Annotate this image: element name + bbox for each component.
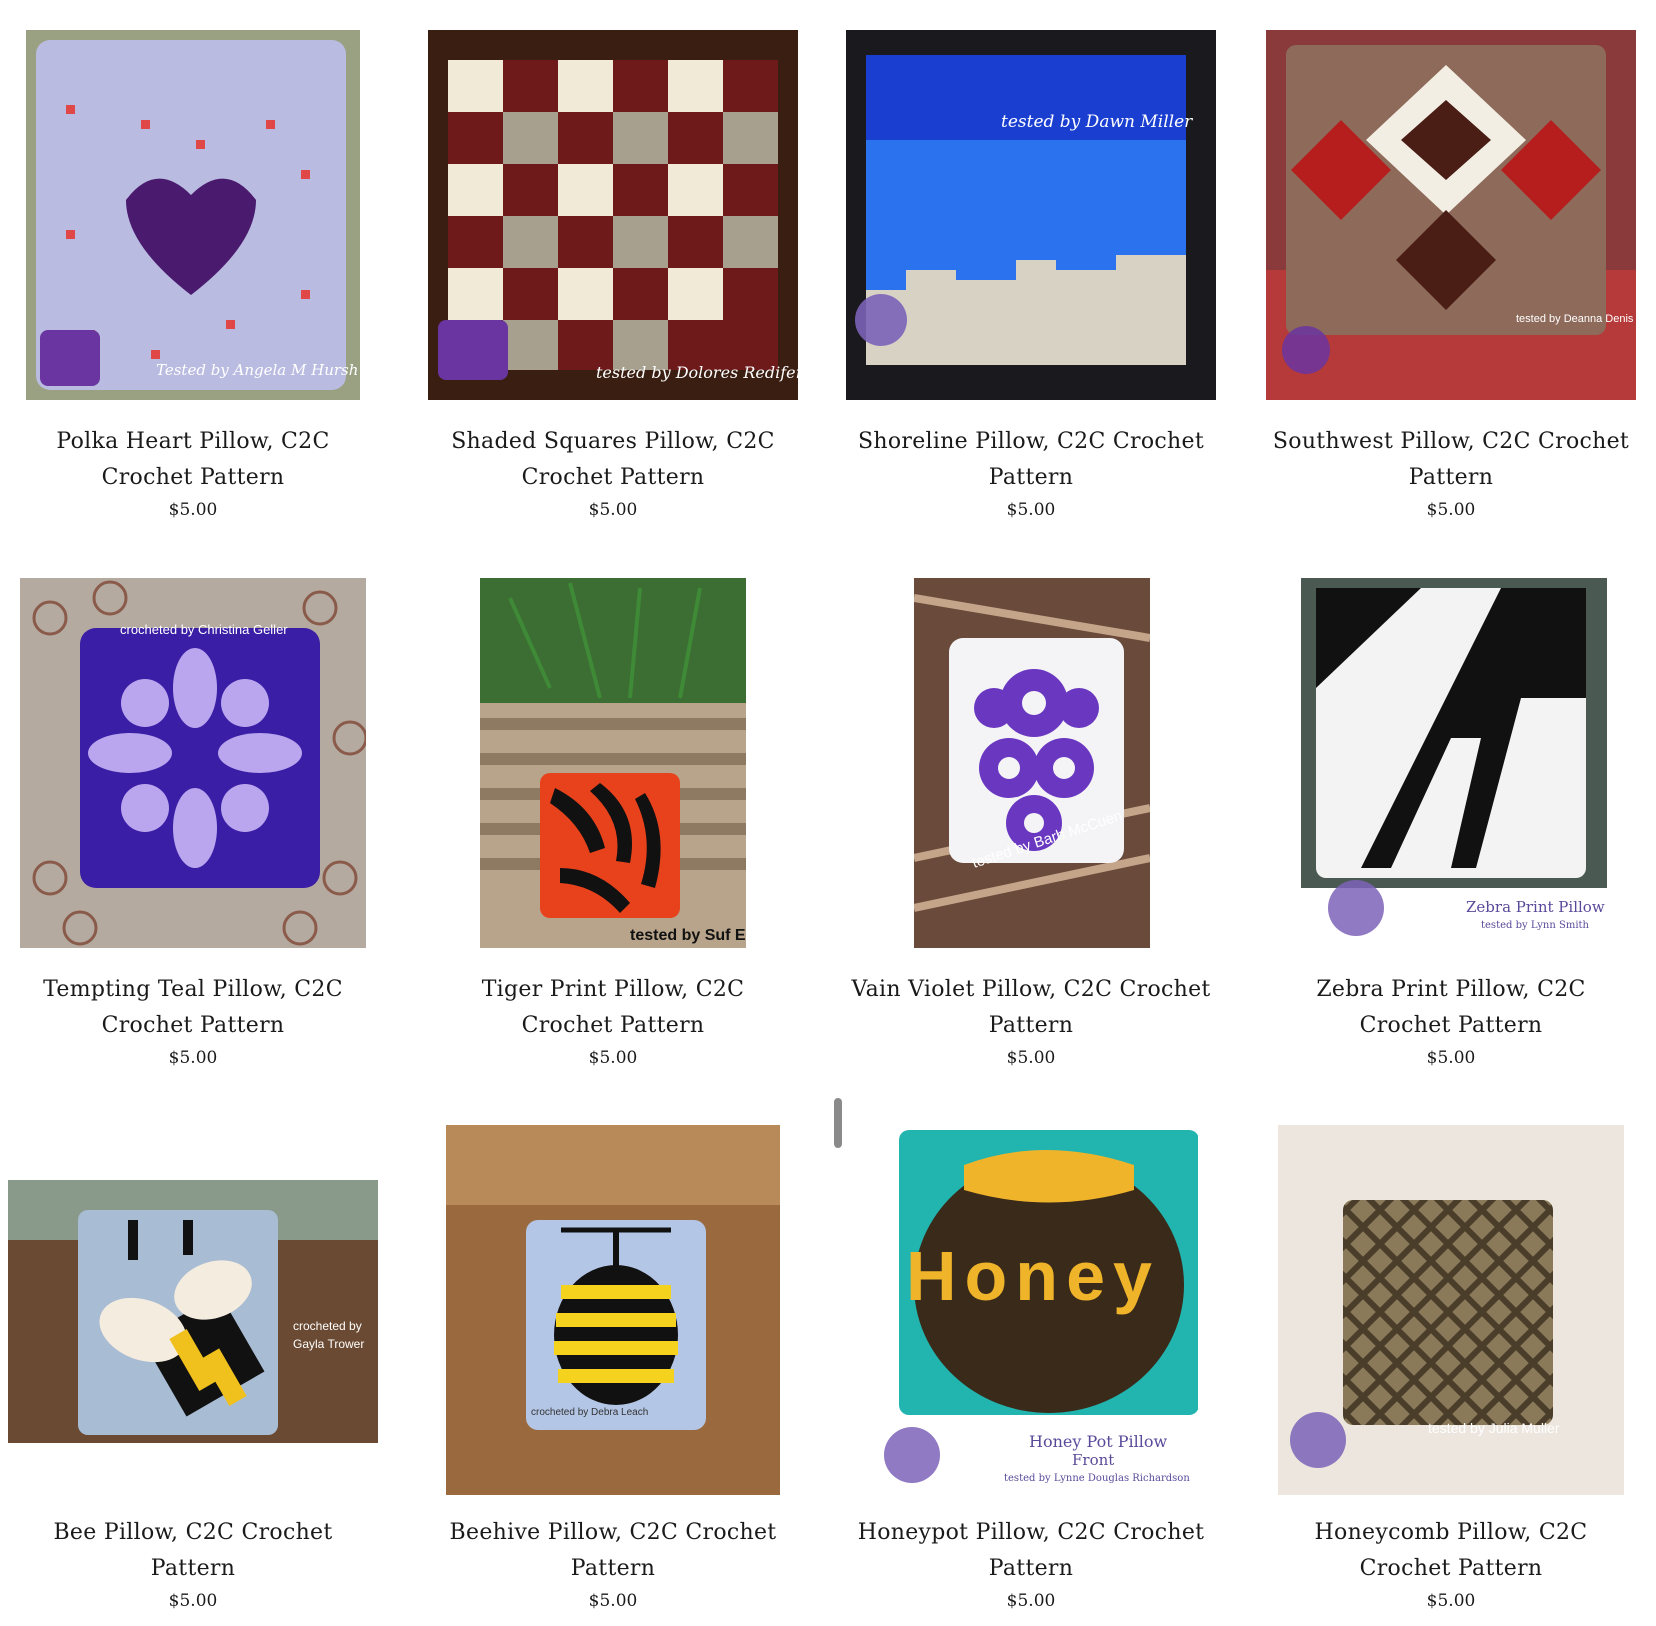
image-watermark: Zebra Print Pillow (1466, 898, 1605, 916)
image-watermark: tested by Julia Muller (1428, 1420, 1560, 1436)
product-image-tiger-print[interactable]: tested by Suf EA (480, 578, 746, 948)
image-watermark: Honey Pot Pillow (1029, 1432, 1168, 1451)
product-image-tempting-teal[interactable]: crocheted by Christina Geller (20, 578, 366, 948)
product-price: $5.00 (1426, 500, 1476, 520)
product-title[interactable]: Southwest Pillow, C2C Crochet Pattern (1271, 424, 1631, 496)
image-watermark: crocheted by (293, 1319, 362, 1333)
product-image-shoreline[interactable]: tested by Dawn Miller (846, 30, 1216, 400)
product-title[interactable]: Zebra Print Pillow, C2C Crochet Pattern (1271, 972, 1631, 1044)
product-title[interactable]: Vain Violet Pillow, C2C Crochet Pattern (851, 972, 1211, 1044)
product-image-bee[interactable]: crocheted by Gayla Trower (8, 1180, 378, 1443)
image-watermark: Gayla Trower (293, 1337, 364, 1351)
product-title[interactable]: Honeypot Pillow, C2C Crochet Pattern (851, 1515, 1211, 1587)
image-watermark: crocheted by Debra Leach (531, 1407, 648, 1418)
image-watermark: tested by Lynne Douglas Richardson (1004, 1473, 1190, 1484)
product-title[interactable]: Tiger Print Pillow, C2C Crochet Pattern (433, 972, 793, 1044)
product-title[interactable]: Shoreline Pillow, C2C Crochet Pattern (851, 424, 1211, 496)
product-image-beehive[interactable]: crocheted by Debra Leach (446, 1125, 780, 1495)
product-image-southwest[interactable]: tested by Deanna Denis (1266, 30, 1636, 400)
product-price: $5.00 (1006, 1591, 1056, 1611)
image-watermark: tested by Lynn Smith (1481, 920, 1590, 931)
product-price: $5.00 (168, 1048, 218, 1068)
product-price: $5.00 (588, 1591, 638, 1611)
pillow-text: Honey (906, 1237, 1160, 1315)
image-watermark: tested by Suf EA (630, 927, 746, 944)
product-title[interactable]: Bee Pillow, C2C Crochet Pattern (13, 1515, 373, 1587)
product-price: $5.00 (1426, 1591, 1476, 1611)
image-watermark: crocheted by Christina Geller (120, 622, 288, 637)
image-watermark: tested by Dolores Redifer (596, 363, 798, 382)
product-title[interactable]: Honeycomb Pillow, C2C Crochet Pattern (1271, 1515, 1631, 1587)
image-watermark: tested by Dawn Miller (1001, 112, 1193, 132)
scrollbar-handle[interactable] (834, 1098, 842, 1148)
product-image-vain-violet[interactable]: tested by Barb McCuen (914, 578, 1150, 948)
image-watermark: Front (1072, 1451, 1114, 1469)
product-image-shaded-squares[interactable]: tested by Dolores Redifer (428, 30, 798, 400)
image-watermark: Tested by Angela M Hursh C (156, 361, 360, 379)
product-title[interactable]: Tempting Teal Pillow, C2C Crochet Patter… (13, 972, 373, 1044)
product-price: $5.00 (1006, 500, 1056, 520)
product-price: $5.00 (1426, 1048, 1476, 1068)
product-price: $5.00 (168, 1591, 218, 1611)
product-image-honeypot[interactable]: Honey Honey Pot Pillow Front tested by L… (864, 1125, 1198, 1495)
product-title[interactable]: Shaded Squares Pillow, C2C Crochet Patte… (433, 424, 793, 496)
product-price: $5.00 (588, 1048, 638, 1068)
product-image-polka-heart[interactable]: Tested by Angela M Hursh C (26, 30, 360, 400)
product-price: $5.00 (588, 500, 638, 520)
product-price: $5.00 (168, 500, 218, 520)
product-title[interactable]: Polka Heart Pillow, C2C Crochet Pattern (13, 424, 373, 496)
product-price: $5.00 (1006, 1048, 1056, 1068)
product-image-honeycomb[interactable]: tested by Julia Muller (1278, 1125, 1624, 1495)
image-watermark: tested by Deanna Denis (1516, 313, 1634, 325)
product-image-zebra-print[interactable]: Zebra Print Pillow tested by Lynn Smith (1301, 578, 1607, 948)
product-title[interactable]: Beehive Pillow, C2C Crochet Pattern (433, 1515, 793, 1587)
